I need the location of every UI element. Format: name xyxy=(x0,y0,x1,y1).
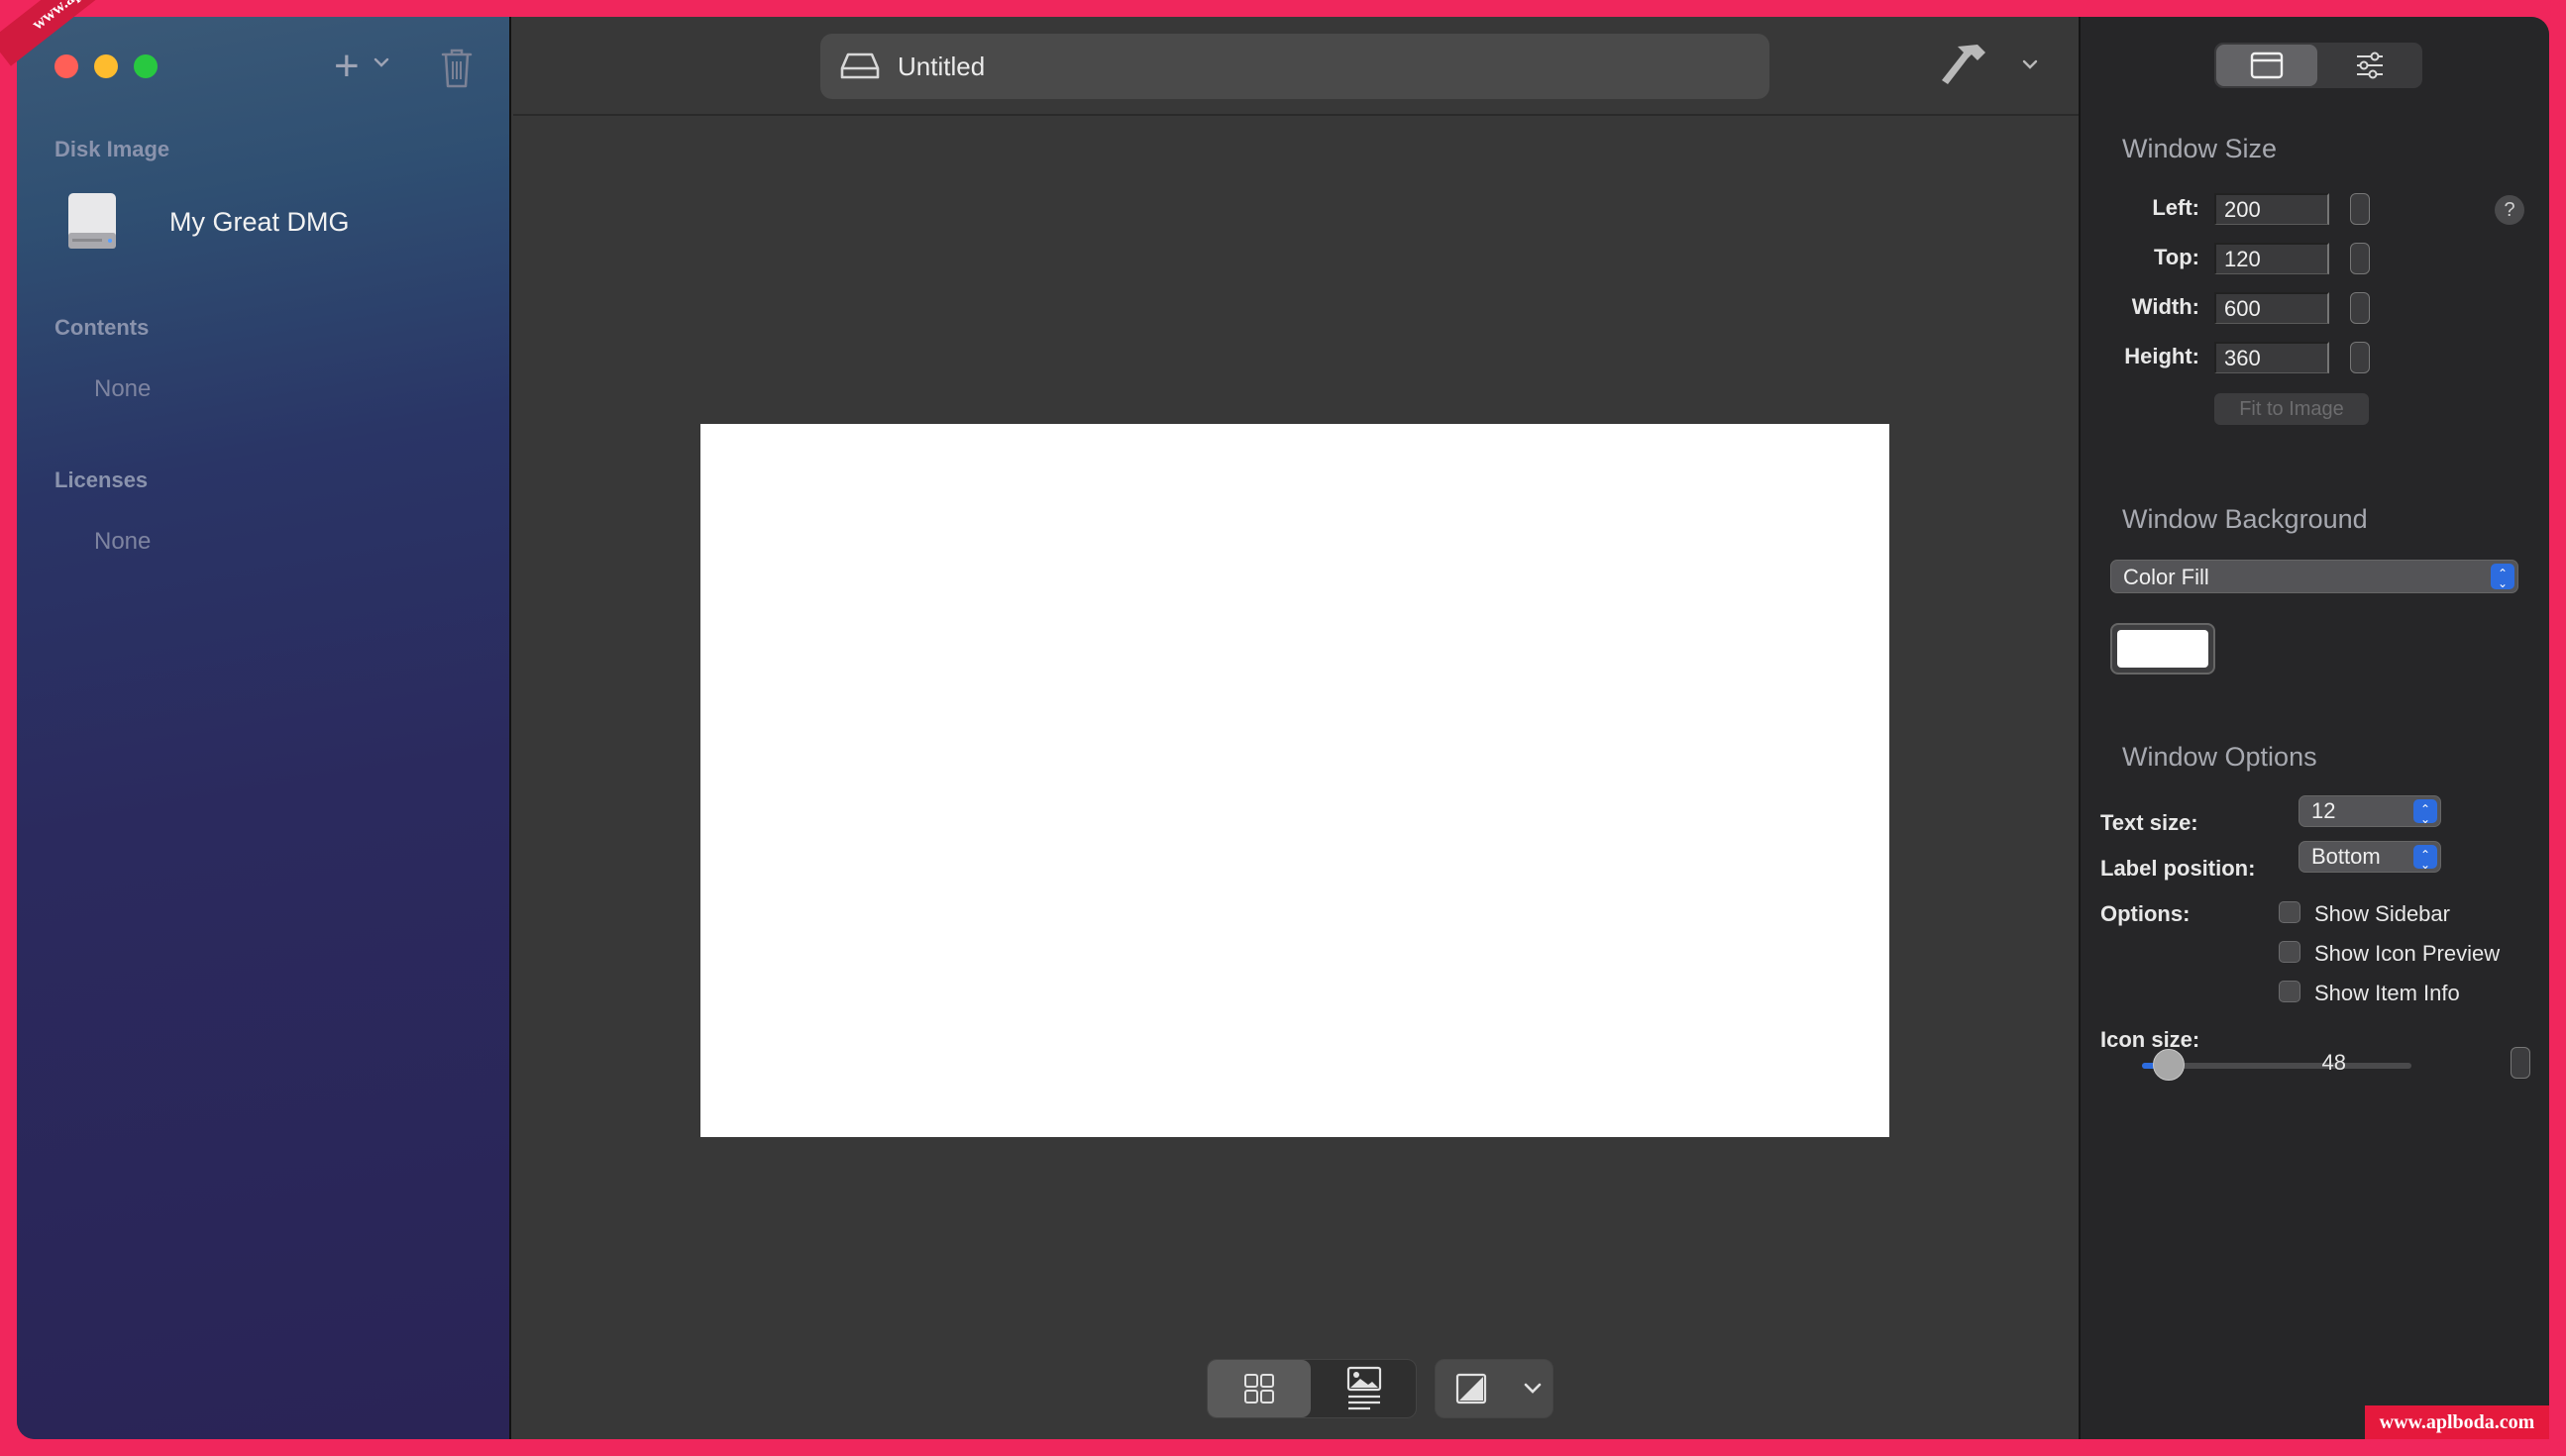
watermark-bottom-right: www.aplboda.com xyxy=(2365,1405,2549,1439)
icon-size-label: Icon size: xyxy=(2100,1027,2200,1052)
popup-arrows-icon: ⌃ ⌄ xyxy=(2413,845,2437,871)
close-window-button[interactable] xyxy=(54,54,78,78)
top-field[interactable] xyxy=(2214,243,2329,274)
width-label: Width: xyxy=(2131,294,2199,319)
tab-window[interactable] xyxy=(2216,45,2317,86)
label-position-value: Bottom xyxy=(2311,844,2381,869)
sidebar: + Disk Image My Great DMG Contents None … xyxy=(17,17,511,1439)
text-size-value: 12 xyxy=(2311,798,2336,823)
background-type-popup[interactable]: Color Fill ⌃ ⌄ xyxy=(2110,560,2518,593)
height-label: Height: xyxy=(2124,344,2199,368)
help-button[interactable]: ? xyxy=(2495,195,2524,225)
show-sidebar-checkbox[interactable] xyxy=(2279,901,2300,923)
background-style-control xyxy=(1435,1359,1553,1418)
label-position-popup[interactable]: Bottom ⌃ ⌄ xyxy=(2299,841,2441,873)
icon-size-slider[interactable] xyxy=(2142,1049,2411,1081)
plus-icon: + xyxy=(334,42,360,90)
drive-icon xyxy=(840,52,880,79)
contents-empty-label: None xyxy=(94,375,152,402)
background-color-well[interactable] xyxy=(2110,623,2215,675)
background-color-swatch xyxy=(2117,630,2208,668)
background-type-value: Color Fill xyxy=(2123,565,2209,589)
top-label: Top: xyxy=(2153,245,2199,269)
canvas-area xyxy=(513,118,2079,1439)
slider-thumb[interactable] xyxy=(2153,1049,2186,1081)
height-stepper[interactable] xyxy=(2350,342,2370,373)
document-title-field[interactable]: Untitled xyxy=(820,34,1769,99)
window-size-heading: Window Size xyxy=(2122,134,2278,163)
dmg-window-preview[interactable] xyxy=(700,424,1889,1137)
chevron-down-icon xyxy=(1524,1383,1542,1394)
inspector-panel: Window Size ? Left: Top: Width: Height: … xyxy=(2079,17,2549,1439)
grid-icon xyxy=(1244,1374,1274,1404)
show-sidebar-label: Show Sidebar xyxy=(2314,901,2450,926)
icon-size-stepper[interactable] xyxy=(2511,1047,2530,1079)
window-options-heading: Window Options xyxy=(2122,742,2317,772)
left-stepper[interactable] xyxy=(2350,193,2370,225)
icons-view-button[interactable] xyxy=(1208,1360,1311,1417)
toolbar: Untitled xyxy=(513,17,2079,116)
background-view-button[interactable] xyxy=(1313,1360,1416,1417)
chevron-down-icon xyxy=(374,57,389,67)
section-licenses: Licenses xyxy=(54,468,149,492)
popup-arrows-icon: ⌃ ⌄ xyxy=(2491,564,2514,589)
show-icon-preview-label: Show Icon Preview xyxy=(2314,941,2501,966)
label-position-label: Label position: xyxy=(2100,856,2256,881)
sliders-icon xyxy=(2357,52,2383,79)
window-icon xyxy=(2250,52,2284,79)
left-label: Left: xyxy=(2152,195,2199,220)
text-size-popup[interactable]: 12 ⌃ ⌄ xyxy=(2299,795,2441,827)
show-icon-preview-checkbox[interactable] xyxy=(2279,941,2300,963)
icon-size-value: 48 xyxy=(2321,1050,2346,1075)
window-background-heading: Window Background xyxy=(2122,504,2368,534)
left-field[interactable] xyxy=(2214,193,2329,225)
minimize-window-button[interactable] xyxy=(94,54,118,78)
fit-to-image-button[interactable]: Fit to Image xyxy=(2214,393,2369,425)
inspector-tabs xyxy=(2214,43,2422,88)
width-field[interactable] xyxy=(2214,292,2329,324)
add-item-button[interactable]: + xyxy=(334,45,393,88)
hammer-build-icon[interactable] xyxy=(1938,39,1993,94)
width-stepper[interactable] xyxy=(2350,292,2370,324)
fill-icon xyxy=(1455,1373,1487,1404)
options-label: Options: xyxy=(2100,901,2191,926)
licenses-empty-label: None xyxy=(94,528,152,555)
sidebar-item-disk[interactable]: My Great DMG xyxy=(66,191,482,260)
height-field[interactable] xyxy=(2214,342,2329,373)
show-item-info-label: Show Item Info xyxy=(2314,981,2460,1005)
trash-icon[interactable] xyxy=(439,47,475,90)
view-mode-control xyxy=(1207,1359,1417,1418)
popup-arrows-icon: ⌃ ⌄ xyxy=(2413,799,2437,825)
section-disk-image: Disk Image xyxy=(54,137,170,161)
document-title: Untitled xyxy=(898,52,986,81)
app-window: + Disk Image My Great DMG Contents None … xyxy=(17,17,2549,1439)
top-stepper[interactable] xyxy=(2350,243,2370,274)
show-item-info-checkbox[interactable] xyxy=(2279,981,2300,1002)
build-options-chevron-icon[interactable] xyxy=(2021,58,2039,70)
disk-name-label: My Great DMG xyxy=(169,207,350,237)
background-fill-button[interactable] xyxy=(1436,1360,1511,1417)
image-list-icon xyxy=(1346,1366,1382,1410)
text-size-label: Text size: xyxy=(2100,810,2198,835)
tab-settings[interactable] xyxy=(2319,45,2420,86)
section-contents: Contents xyxy=(54,315,150,340)
disk-drive-icon xyxy=(68,193,116,249)
background-options-button[interactable] xyxy=(1511,1360,1554,1417)
zoom-window-button[interactable] xyxy=(134,54,158,78)
